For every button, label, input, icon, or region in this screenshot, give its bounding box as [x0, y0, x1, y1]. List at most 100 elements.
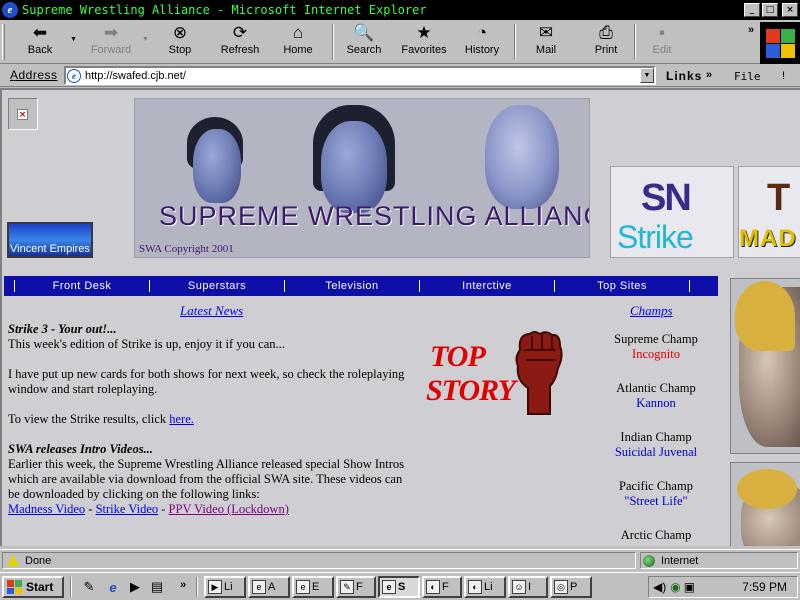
address-label: Address [10, 68, 58, 82]
status-text-panel: Done [2, 552, 636, 569]
champ-entry: Indian Champ Suicidal Juvenal [600, 430, 712, 479]
news-paragraph: Earlier this week, the Supreme Wrestling… [8, 457, 405, 501]
madness-logo-word: MAD [739, 225, 797, 252]
champ-title: Supreme Champ [614, 332, 698, 346]
taskbar-item[interactable]: ▶ Li [204, 576, 246, 598]
links-overflow-icon[interactable]: » [706, 69, 712, 81]
search-button[interactable]: 🔍 Search [340, 22, 388, 62]
address-dropdown-icon[interactable]: ▼ [640, 68, 654, 83]
toolbar-grip[interactable] [2, 24, 5, 60]
start-button[interactable]: Start [2, 576, 64, 598]
back-dropdown-icon[interactable]: ▼ [70, 36, 77, 43]
minimize-button[interactable]: _ [744, 3, 760, 17]
latest-news-link[interactable]: Latest News [180, 303, 243, 319]
quicklaunch-media-icon[interactable]: ▶ [126, 577, 144, 597]
champs-link[interactable]: Champs [630, 303, 673, 319]
taskbar-item[interactable]: ☺ I [508, 576, 548, 598]
wrestler-face-2 [321, 121, 387, 213]
taskbar-item[interactable]: eA [248, 576, 290, 598]
video-links: Madness Video - Strike Video - PPV Video… [8, 502, 408, 517]
ppv-video-link[interactable]: PPV Video (Lockdown) [169, 502, 289, 516]
favorites-button[interactable]: ★ Favorites [396, 22, 452, 62]
nav-interctive[interactable]: Interctive [420, 280, 554, 292]
champ-holder[interactable]: Incognito [600, 347, 712, 362]
results-text: To view the Strike results, click [8, 412, 170, 426]
nav-top-sites[interactable]: Top Sites [555, 280, 689, 292]
forward-dropdown-icon[interactable]: ▼ [142, 36, 149, 43]
mail-icon: ✉ [538, 23, 554, 42]
menu-overflow-icon[interactable]: ! [782, 70, 785, 82]
globe-icon [643, 554, 655, 567]
nav-superstars[interactable]: Superstars [150, 280, 284, 292]
task-label: E [312, 581, 320, 593]
taskbar-item[interactable]: ◐ F [422, 576, 462, 598]
sn-strike-logo[interactable]: SN Strike [610, 166, 734, 258]
close-button[interactable]: × [782, 3, 798, 17]
app-icon: ◐ [426, 580, 440, 594]
mail-button[interactable]: ✉ Mail [522, 22, 570, 62]
search-icon: 🔍 [353, 23, 375, 42]
toolbar-overflow-icon[interactable]: » [748, 24, 754, 36]
madness-video-link[interactable]: Madness Video [8, 502, 85, 516]
page-content: × Vincent Empires SUPREME WRESTLING ALLI… [0, 88, 800, 546]
quicklaunch-ie-icon[interactable]: e [104, 577, 122, 597]
taskbar-item-active[interactable]: eS [378, 576, 420, 598]
broken-image-icon: × [17, 109, 28, 120]
forward-button[interactable]: ➡ Forward [82, 22, 140, 62]
strike-video-link[interactable]: Strike Video [96, 502, 159, 516]
vincent-empires-banner[interactable]: Vincent Empires [7, 222, 93, 258]
maximize-button[interactable]: □ [762, 3, 778, 17]
clock[interactable]: 7:59 PM [742, 580, 787, 594]
home-button[interactable]: ⌂ Home [274, 22, 322, 62]
task-label: F [356, 581, 363, 593]
quicklaunch-overflow-icon[interactable]: » [180, 579, 186, 591]
quicklaunch-folder-icon[interactable]: ▤ [148, 577, 166, 597]
toolbar-separator [514, 24, 516, 60]
edit-icon: ▪ [658, 23, 666, 42]
stop-button[interactable]: ⊗ Stop [156, 22, 204, 62]
taskbar: Start ✎ e ▶ ▤ » ▶ Li eA eE ✎ F eS ◐ F ◐ Li ☺… [0, 572, 800, 600]
nav-television[interactable]: Television [285, 280, 419, 292]
stop-label: Stop [168, 44, 192, 56]
news-headline: Strike 3 - Your out!... [8, 322, 117, 336]
champ-title: Indian Champ [620, 430, 692, 444]
back-button[interactable]: ⬅ Back [16, 22, 64, 62]
sn-logo-letters: SN [641, 177, 692, 219]
address-url[interactable]: http://swafed.cjb.net/ [85, 70, 186, 82]
champ-holder[interactable]: Kannon [600, 396, 712, 411]
champ-holder[interactable]: Suicidal Juvenal [600, 445, 712, 460]
taskbar-item[interactable]: ✎ F [336, 576, 376, 598]
menu-file[interactable]: File [734, 70, 761, 83]
champ-entry: Atlantic Champ Kannon [600, 381, 712, 430]
page-icon: e [67, 68, 81, 83]
volume-icon[interactable]: ◀) [653, 580, 666, 594]
task-label: I [528, 581, 532, 593]
refresh-button[interactable]: ⟳ Refresh [212, 22, 268, 62]
edit-button[interactable]: ▪ Edit [642, 22, 682, 62]
banner-label: Vincent Empires [10, 243, 90, 255]
links-button[interactable]: Links [666, 69, 702, 83]
search-label: Search [346, 44, 382, 56]
quicklaunch-desktop-icon[interactable]: ✎ [80, 577, 98, 597]
print-button[interactable]: ⎙ Print [582, 22, 630, 62]
champ-title: Arctic Champ [620, 528, 692, 542]
results-here-link[interactable]: here. [169, 412, 194, 426]
history-button[interactable]: ◔ History [458, 22, 506, 62]
taskbar-item[interactable]: ◐ Li [464, 576, 506, 598]
status-text: Done [25, 554, 52, 567]
champ-title: Atlantic Champ [616, 381, 696, 395]
wrestler-portrait [730, 278, 800, 454]
taskbar-item[interactable]: ◎ P [550, 576, 592, 598]
champ-holder[interactable]: "Street Life" [600, 494, 712, 509]
nav-front-desk[interactable]: Front Desk [15, 280, 149, 292]
network-icon[interactable]: ◉ [670, 580, 680, 594]
title-bar[interactable]: e Supreme Wrestling Alliance - Microsoft… [0, 0, 800, 20]
security-zone: Internet [640, 552, 798, 569]
tray-icon[interactable]: ▣ [684, 580, 695, 594]
taskbar-item[interactable]: eE [292, 576, 334, 598]
main-nav: Front Desk Superstars Television Interct… [4, 276, 718, 296]
madness-logo[interactable]: T MAD [738, 166, 800, 258]
favorites-icon: ★ [416, 23, 432, 42]
forward-arrow-icon: ➡ [103, 23, 119, 42]
address-input[interactable]: e http://swafed.cjb.net/ ▼ [64, 66, 656, 85]
